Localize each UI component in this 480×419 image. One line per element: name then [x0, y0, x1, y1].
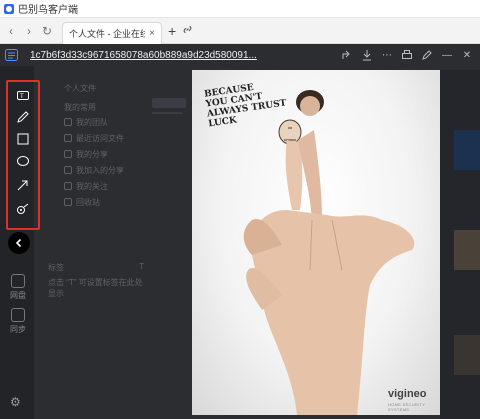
sidebar-item: 我加入的分享 — [40, 162, 150, 178]
rectangle-tool-icon[interactable] — [14, 130, 32, 148]
sidebar-item: 最近访问文件 — [40, 130, 150, 146]
hand-illustration — [243, 90, 415, 415]
share-icon[interactable] — [340, 48, 354, 62]
brand-tagline: HOME SECURITY SYSTEMS — [388, 402, 426, 412]
app-title: 巴别鸟客户端 — [18, 5, 78, 16]
tab-label: 个人文件 - 企业在线... — [69, 28, 146, 39]
background-button — [152, 98, 186, 108]
trash-icon — [64, 198, 72, 206]
new-tab-button[interactable]: + — [168, 23, 176, 39]
background-right-panel — [440, 70, 480, 419]
sidebar-item-personal-files: 个人文件 — [40, 80, 150, 96]
star-icon — [64, 182, 72, 190]
app-logo-icon — [4, 3, 14, 14]
tab-personal-files[interactable]: 个人文件 - 企业在线... × — [62, 21, 162, 44]
preview-image: BECAUSE YOU CAN'T ALWAYS TRUST LUCK vigi… — [192, 70, 440, 415]
svg-text:T: T — [19, 93, 24, 100]
print-icon[interactable] — [400, 48, 414, 62]
file-name: 1c7b6f3d33c9671658078a60b889a9d23d580091… — [30, 49, 257, 61]
background-line — [152, 112, 182, 114]
settings-gear-icon[interactable]: ⚙ — [10, 395, 21, 409]
sidebar-item: 我的分享 — [40, 146, 150, 162]
background-thumbnail — [454, 130, 480, 170]
tags-label: 标签 — [48, 263, 64, 272]
sidebar-item: 回收站 — [40, 194, 150, 210]
close-viewer-icon[interactable]: ✕ — [460, 48, 474, 62]
sidebar-item-label: 我的关注 — [76, 181, 108, 191]
sidebar-item-label: 个人文件 — [64, 83, 96, 93]
background-thumbnail — [454, 335, 480, 375]
rail-item-label: 网盘 — [10, 291, 26, 300]
more-icon[interactable]: ⋯ — [380, 48, 394, 62]
sidebar-item-label: 回收站 — [76, 197, 100, 207]
recent-icon — [64, 134, 72, 142]
viewer-toolbar: 1c7b6f3d33c9671658078a60b889a9d23d580091… — [0, 44, 480, 66]
annotation-toolbar: T — [6, 80, 40, 230]
tag-t-icon: T — [139, 262, 144, 271]
title-bar: 巴别鸟客户端 — [0, 0, 480, 18]
annotate-icon[interactable] — [420, 48, 434, 62]
ellipse-tool-icon[interactable] — [14, 152, 32, 170]
pen-tool-icon[interactable] — [14, 108, 32, 126]
sidebar-toggle-icon[interactable] — [4, 48, 18, 62]
netdisk-icon — [11, 274, 25, 288]
mosaic-tool-icon[interactable] — [14, 200, 32, 218]
download-icon[interactable] — [360, 48, 374, 62]
sidebar-item-label: 我的团队 — [76, 117, 108, 127]
tab-bar: ‹ › ↻ 个人文件 - 企业在线... × + — [0, 18, 480, 44]
joined-share-icon — [64, 166, 72, 174]
sidebar-item: 我的团队 — [40, 114, 150, 130]
back-icon[interactable]: ‹ — [4, 24, 18, 38]
sidebar-item-label: 最近访问文件 — [76, 133, 124, 143]
rail-item-netdisk[interactable]: 网盘 — [6, 274, 30, 301]
text-box-tool-icon[interactable]: T — [14, 86, 32, 104]
tab-close-icon[interactable]: × — [149, 28, 155, 39]
collapse-toolbar-button[interactable] — [8, 232, 30, 254]
rail-item-label: 同步 — [10, 325, 26, 334]
background-thumbnail — [454, 230, 480, 270]
arrow-tool-icon[interactable] — [14, 176, 32, 194]
background-sidebar: 个人文件 我的常用 我的团队 最近访问文件 我的分享 我加入的分享 我的关注 回… — [40, 80, 150, 210]
forward-icon[interactable]: › — [22, 24, 36, 38]
rail-item-sync[interactable]: 同步 — [6, 308, 30, 335]
sidebar-section-title: 我的常用 — [64, 102, 96, 112]
tags-section: 标签 T 点击 “T” 可设置标签在此处显示 — [40, 262, 150, 299]
link-icon[interactable] — [182, 24, 193, 38]
zoom-out-icon[interactable]: — — [440, 48, 454, 62]
brand-logo: vigineo — [388, 388, 427, 400]
tags-hint: 点击 “T” 可设置标签在此处显示 — [48, 278, 143, 298]
share-icon — [64, 150, 72, 158]
sidebar-item-label: 我的分享 — [76, 149, 108, 159]
sidebar-item: 我的关注 — [40, 178, 150, 194]
sidebar-item-label: 我加入的分享 — [76, 165, 124, 175]
background-toolbar — [152, 80, 192, 130]
refresh-icon[interactable]: ↻ — [40, 24, 54, 38]
team-icon — [64, 118, 72, 126]
sync-icon — [11, 308, 25, 322]
